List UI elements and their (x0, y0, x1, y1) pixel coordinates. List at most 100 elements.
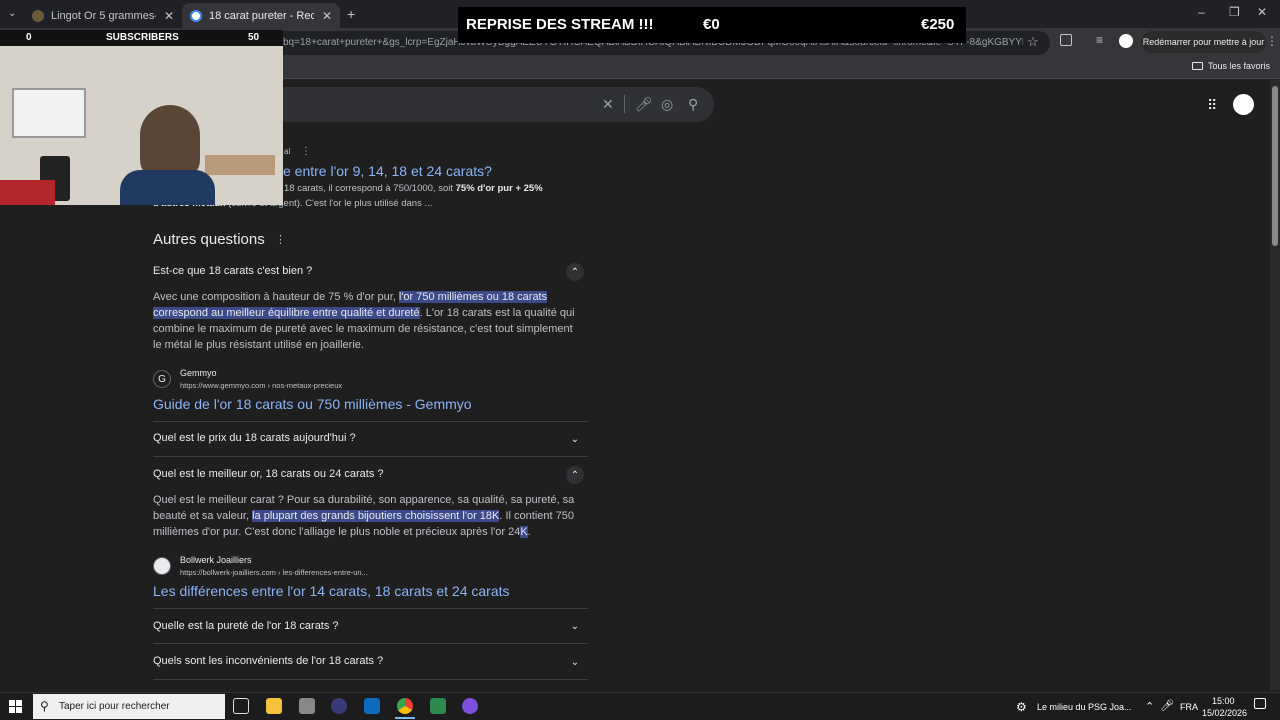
gemmyo-logo: G (153, 370, 171, 388)
text-selection: K (520, 526, 528, 538)
overlay-current: €0 (703, 16, 720, 33)
paa-answer-3: Quel est le meilleur carat ? Pour sa dur… (153, 492, 583, 540)
microphone-icon[interactable]: 🎤︎ (1160, 699, 1174, 712)
folder-icon (1191, 62, 1203, 70)
clock-date[interactable]: 15/02/2026 (1202, 708, 1247, 718)
app-icon[interactable] (430, 698, 446, 714)
answer-text: Avec une composition à hauteur de 75 % d… (153, 291, 399, 303)
scrollbar-thumb[interactable] (1272, 86, 1278, 246)
paa-answer-1: Avec une composition à hauteur de 75 % d… (153, 289, 583, 353)
extensions-icon[interactable] (1060, 34, 1072, 46)
tab-title: 18 carat pureter - Recherche Go (209, 9, 314, 22)
paa-question-4[interactable]: Quelle est la pureté de l'or 18 carats ? (153, 620, 339, 632)
top-result-snippet: 18 carats, il correspond à 750/1000, soi… (284, 183, 543, 194)
taskbar-search-input[interactable]: Taper ici pour rechercher (33, 694, 225, 719)
donation-goal-overlay: REPRISE DES STREAM !!! €0 €250 (458, 7, 966, 43)
answer-highlight: la plupart des grands bijoutiers choisis… (252, 510, 500, 522)
new-tab-icon[interactable]: + (347, 6, 355, 22)
paa-options-icon[interactable]: ⋮ (275, 233, 286, 246)
app-icon[interactable] (299, 698, 315, 714)
chevron-up-icon[interactable]: ⌃ (1145, 700, 1154, 713)
google-icon (190, 9, 202, 22)
notification-icon[interactable] (1254, 698, 1266, 709)
paa-question-2[interactable]: Quel est le prix du 18 carats aujourd'hu… (153, 432, 356, 444)
answer-text: . (527, 526, 531, 538)
chrome-icon[interactable] (397, 698, 413, 714)
microphone-icon[interactable]: 🎤︎ (635, 96, 653, 113)
paa-heading: Autres questions (153, 231, 265, 248)
divider (153, 421, 588, 422)
close-icon[interactable]: ✕ (322, 9, 332, 23)
tab-lingot[interactable]: Lingot Or 5 grammes– Goldens ✕ (24, 3, 182, 28)
all-bookmarks-label: Tous les favoris (1207, 61, 1270, 71)
bookmark-star-icon[interactable]: ☆ (1027, 34, 1039, 50)
search-icon: ⚲ (40, 699, 49, 713)
subscriber-goal-bar: 0 SUBSCRIBERS 50 (0, 30, 283, 46)
whiteboard (12, 88, 86, 138)
tab-title: Lingot Or 5 grammes– Goldens (51, 9, 156, 22)
top-result-site: al (284, 147, 291, 156)
divider (153, 679, 588, 680)
language-indicator[interactable]: FRA (1180, 702, 1198, 712)
chevron-up-icon[interactable]: ⌃ (566, 466, 584, 484)
file-explorer-icon[interactable] (266, 698, 282, 714)
result-link[interactable]: Guide de l'or 18 carats ou 750 millièmes… (153, 396, 472, 412)
active-indicator (395, 717, 415, 719)
outlook-icon[interactable] (364, 698, 380, 714)
news-ticker[interactable]: Le milieu du PSG Joa... (1037, 702, 1132, 712)
top-result-title[interactable]: e entre l'or 9, 14, 18 et 24 carats? (283, 163, 492, 179)
divider (153, 643, 588, 644)
close-icon[interactable]: ✕ (164, 9, 174, 23)
more-options-icon[interactable]: ⋮ (301, 146, 311, 157)
menu-icon[interactable]: ⋮ (1266, 34, 1278, 48)
media-icon[interactable]: ≡ (1096, 33, 1103, 47)
chevron-up-icon[interactable]: ⌃ (566, 263, 584, 281)
snippet-bold: 75% d'or pur + 25% (455, 183, 543, 194)
chevron-down-icon[interactable]: ⌄ (566, 653, 584, 671)
snippet-text: 18 carats, il correspond à 750/1000, soi… (284, 183, 456, 194)
close-window-icon[interactable]: ✕ (1257, 5, 1267, 19)
app-icon[interactable] (462, 698, 478, 714)
bollwerk-logo (153, 557, 171, 575)
tab-search[interactable]: 18 carat pureter - Recherche Go ✕ (182, 3, 340, 28)
lens-icon[interactable]: ◎ (661, 96, 673, 113)
task-view-icon[interactable] (233, 698, 249, 714)
minimize-icon[interactable]: – (1198, 5, 1205, 19)
paa-question-1[interactable]: Est-ce que 18 carats c'est bien ? (153, 265, 312, 277)
gift-box (0, 180, 55, 205)
person-body (120, 170, 215, 205)
webcam-feed (0, 30, 283, 205)
chevron-down-icon[interactable]: ⌄ (566, 617, 584, 635)
subs-current: 0 (26, 32, 32, 43)
apps-grid-icon[interactable]: ⠿ (1207, 97, 1217, 114)
source-url[interactable]: https://www.gemmyo.com › nos-metaux-prec… (180, 381, 342, 390)
source-name[interactable]: Bollwerk Joailliers (180, 555, 252, 565)
result-link[interactable]: Les différences entre l'or 14 carats, 18… (153, 583, 510, 599)
source-url[interactable]: https://bollwerk-joailliers.com › les-di… (180, 568, 368, 577)
paa-question-5[interactable]: Quels sont les inconvénients de l'or 18 … (153, 655, 383, 667)
profile-icon[interactable] (1119, 34, 1133, 48)
source-name[interactable]: Gemmyo (180, 368, 217, 378)
windows-start-icon[interactable] (9, 700, 22, 713)
overlay-goal: €250 (921, 16, 955, 33)
overlay-title: REPRISE DES STREAM !!! (466, 16, 654, 33)
divider (153, 608, 588, 609)
all-bookmarks[interactable]: Tous les favoris (1191, 61, 1270, 71)
search-icon[interactable]: ⚲ (688, 96, 698, 113)
chevron-down-icon[interactable]: ⌄ (566, 430, 584, 448)
news-icon[interactable]: ⚙ (1016, 700, 1027, 714)
paa-question-3[interactable]: Quel est le meilleur or, 18 carats ou 24… (153, 468, 384, 480)
tab-search-icon[interactable]: ⌄ (8, 8, 16, 19)
restore-icon[interactable]: ❐ (1229, 5, 1240, 19)
shelf (205, 155, 275, 175)
subs-goal: 50 (248, 32, 260, 43)
divider (153, 456, 588, 457)
subs-label: SUBSCRIBERS (106, 32, 179, 43)
update-button[interactable]: Redémarrer pour mettre à jour (1141, 31, 1266, 53)
account-avatar[interactable] (1233, 94, 1254, 115)
clear-icon[interactable]: ✕ (602, 96, 614, 113)
clock-time[interactable]: 15:00 (1212, 696, 1235, 706)
person (140, 105, 200, 180)
app-icon[interactable] (331, 698, 347, 714)
tab-favicon (32, 9, 44, 22)
